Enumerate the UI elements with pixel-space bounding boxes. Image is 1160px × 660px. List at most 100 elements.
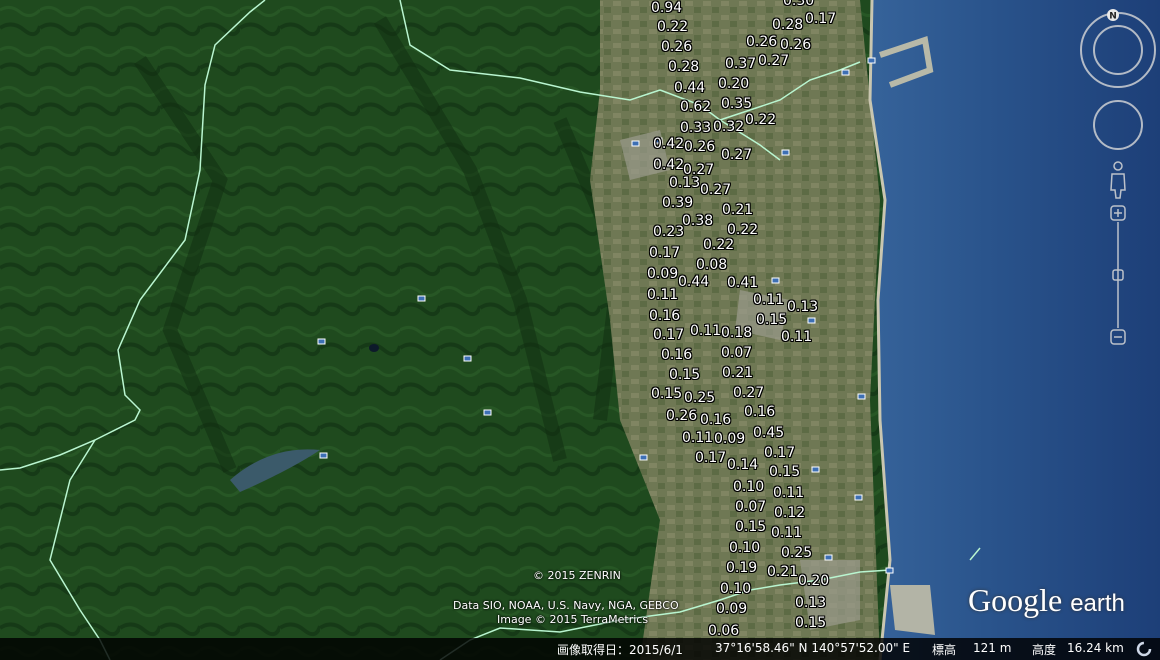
measurement-label: 0.16	[649, 308, 681, 324]
measurement-label: 0.11	[781, 329, 813, 345]
harbor-south	[890, 585, 935, 635]
measurement-label: 0.09	[647, 266, 679, 282]
nav-control-graphics: N	[1080, 9, 1156, 345]
north-letter: N	[1109, 12, 1117, 22]
measurement-label: 0.26	[780, 37, 812, 53]
measurement-label: 0.07	[735, 499, 767, 515]
measurement-label: 0.32	[713, 119, 745, 135]
measurement-label: 0.44	[674, 80, 706, 96]
measurement-label: 0.25	[684, 390, 716, 406]
measurement-label: 0.45	[753, 425, 785, 441]
measurement-label: 0.09	[716, 601, 748, 617]
measurement-label: 0.38	[682, 213, 714, 229]
measurement-label: 0.42	[653, 136, 685, 152]
measurement-label: 0.13	[787, 299, 819, 315]
measurement-label: 0.26	[661, 39, 693, 55]
measurement-label: 0.17	[764, 445, 796, 461]
measurement-label: 0.11	[682, 430, 714, 446]
zenrin-credit: © 2015 ZENRIN	[533, 569, 621, 582]
measurement-label: 0.08	[696, 257, 728, 273]
pond	[369, 344, 379, 352]
measurement-label: 0.16	[744, 404, 776, 420]
altitude-label: 高度	[1032, 643, 1057, 657]
measurement-label: 0.15	[651, 386, 683, 402]
measurement-label: 0.41	[727, 275, 759, 291]
altitude-value: 16.24 km	[1067, 641, 1124, 655]
measurement-label: 0.21	[722, 202, 754, 218]
measurement-label: 0.16	[700, 412, 732, 428]
measurement-label: 0.20	[798, 573, 830, 589]
measurement-label: 0.22	[657, 19, 689, 35]
measurement-label: 0.11	[753, 292, 785, 308]
measurement-label: 0.17	[653, 327, 685, 343]
measurement-label: 0.20	[718, 76, 750, 92]
measurement-label: 0.23	[653, 224, 685, 240]
measurement-label: 0.14	[727, 457, 759, 473]
measurement-label: 0.21	[722, 365, 754, 381]
data-credit: Data SIO, NOAA, U.S. Navy, NGA, GEBCO	[453, 599, 679, 612]
measurement-label: 0.62	[680, 99, 712, 115]
status-bar: 画像取得日：2015/6/1 37°16'58.46" N 140°57'52.…	[0, 638, 1160, 660]
navigation-controls: N	[1078, 8, 1158, 348]
measurement-label: 0.07	[721, 345, 753, 361]
measurement-label: 0.15	[795, 615, 827, 631]
elevation-label: 標高	[932, 643, 957, 657]
measurement-label: 0.25	[781, 545, 813, 561]
coordinates: 37°16'58.46" N 140°57'52.00" E	[715, 641, 911, 655]
measurement-label: 0.44	[678, 274, 710, 290]
north-indicator-icon[interactable]: N	[1107, 9, 1119, 22]
earth-wordmark: earth	[1070, 590, 1125, 617]
measurement-label: 0.37	[725, 56, 757, 72]
measurement-label: 0.15	[669, 367, 701, 383]
measurement-label: 0.17	[649, 245, 681, 261]
google-wordmark: Google	[968, 582, 1063, 618]
measurement-label: 0.19	[726, 560, 758, 576]
measurement-label: 0.17	[695, 450, 727, 466]
measurement-label: 0.13	[669, 175, 701, 191]
zoom-slider[interactable]	[1112, 222, 1124, 328]
measurement-label: 0.42	[653, 157, 685, 173]
measurement-label: 0.28	[668, 59, 700, 75]
measurement-label: 0.15	[769, 464, 801, 480]
measurement-label: 0.27	[733, 385, 765, 401]
measurement-label: 0.27	[758, 53, 790, 69]
measurement-label: 0.30	[783, 0, 815, 9]
measurement-label: 0.22	[703, 237, 735, 253]
measurement-label: 0.22	[745, 112, 777, 128]
measurement-label: 0.26	[684, 139, 716, 155]
measurement-label: 0.28	[772, 17, 804, 33]
measurement-label: 0.26	[746, 34, 778, 50]
zoom-plus-icon[interactable]	[1110, 205, 1126, 221]
measurement-label: 0.21	[767, 564, 799, 580]
image-credit: Image © 2015 TerraMetrics	[497, 613, 649, 626]
measurement-label: 0.15	[735, 519, 767, 535]
measurement-label: 0.27	[721, 147, 753, 163]
measurement-label: 0.10	[733, 479, 765, 495]
measurement-label: 0.15	[756, 312, 788, 328]
measurement-label: 0.39	[662, 195, 694, 211]
measurement-label: 0.09	[714, 431, 746, 447]
measurement-label: 0.11	[773, 485, 805, 501]
elevation-value: 121 m	[973, 641, 1012, 655]
measurement-label: 0.27	[700, 182, 732, 198]
measurement-label: 0.11	[771, 525, 803, 541]
compass-ring-icon[interactable]	[1080, 12, 1156, 88]
imagery-date: 画像取得日：2015/6/1	[557, 643, 683, 657]
zoom-minus-icon[interactable]	[1110, 329, 1126, 345]
measurement-label: 0.16	[661, 347, 693, 363]
street-view-pegman-icon[interactable]	[1110, 161, 1126, 199]
measurement-label: 0.17	[805, 11, 837, 27]
measurement-label: 0.06	[708, 623, 740, 639]
measurement-label: 0.11	[690, 323, 722, 339]
measurement-label: 0.26	[666, 408, 698, 424]
measurement-label: 0.12	[774, 505, 806, 521]
look-joystick-icon[interactable]	[1093, 100, 1143, 150]
measurement-label: 0.22	[727, 222, 759, 238]
measurement-label: 0.35	[721, 96, 753, 112]
streaming-progress-icon	[1136, 641, 1152, 657]
google-earth-logo: Google earth	[968, 582, 1125, 619]
measurement-label: 0.18	[721, 325, 753, 341]
measurement-label: 0.11	[647, 287, 679, 303]
satellite-map[interactable]	[0, 0, 1160, 660]
measurement-label: 0.94	[651, 0, 683, 16]
